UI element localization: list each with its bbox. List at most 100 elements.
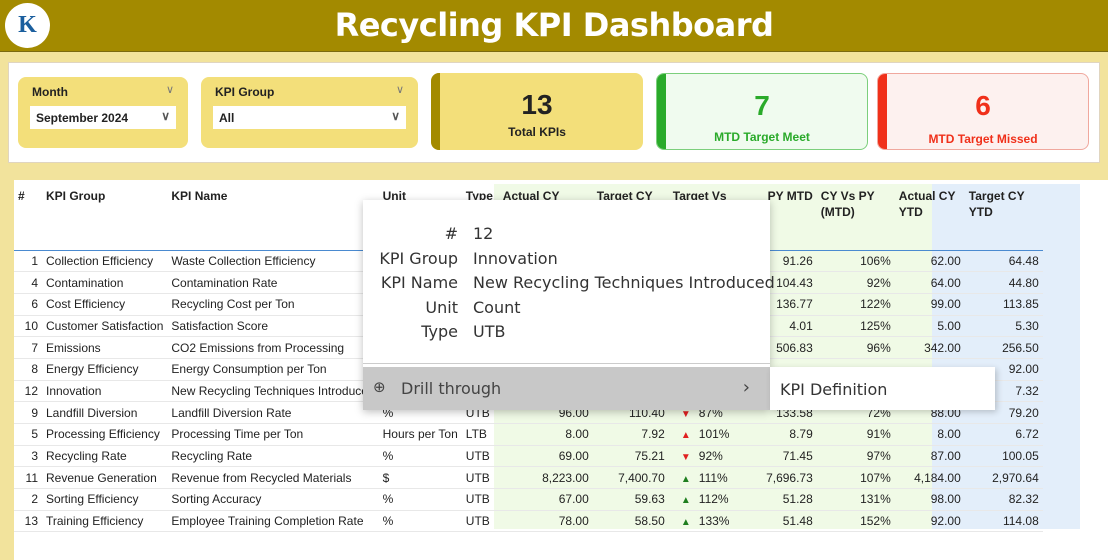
type-cell: UTB (461, 488, 499, 511)
actual-cy-ytd-cell: 62.00 (894, 250, 965, 273)
kpi-name-cell: Contamination Rate (167, 271, 379, 294)
trend-arrow-cell: ▲ (668, 466, 695, 490)
target-vs-cell: 133% (694, 510, 747, 533)
cy-vs-py-cell: 125% (816, 315, 895, 338)
kpi-number-cell: 11 (14, 466, 42, 490)
target-cy-ytd-cell: 100.05 (964, 445, 1043, 468)
trend-arrow-cell: ▲ (668, 488, 695, 511)
kpi-group-dropdown[interactable]: All ∨ (213, 106, 406, 129)
actual-cy-ytd-cell: 98.00 (894, 488, 965, 511)
unit-cell: $ (378, 466, 462, 490)
target-cy-ytd-cell: 5.30 (964, 315, 1043, 338)
filter-panel: Month ∨ September 2024 ∨ KPI Group ∨ All ∨… (8, 62, 1100, 163)
kpi-number-cell: 5 (14, 423, 42, 446)
actual-cy-ytd-cell: 342.00 (894, 336, 965, 359)
drill-through-icon: ⊕ (373, 378, 386, 396)
target-cy-ytd-cell: 256.50 (964, 336, 1043, 359)
arrow-up-icon: ▲ (680, 473, 691, 485)
chevron-down-icon: ∨ (161, 109, 170, 123)
col-kpi-name-header[interactable]: KPI Name (167, 184, 379, 251)
kpi-group-cell: Energy Efficiency (42, 358, 168, 381)
chevron-down-icon: ∨ (391, 109, 400, 123)
kpi-name-cell: Landfill Diversion Rate (167, 401, 379, 424)
kpi-group-slicer: KPI Group ∨ All ∨ (201, 77, 418, 148)
kpi-number-cell: 3 (14, 445, 42, 468)
col-target-cy-ytd-header[interactable]: Target CY YTD (964, 184, 1043, 251)
kpi-group-cell: Innovation (42, 380, 168, 403)
cy-vs-py-cell: 92% (816, 271, 895, 294)
tooltip-key: Unit (425, 297, 458, 317)
chevron-down-icon[interactable]: ∨ (396, 83, 404, 96)
kpi-name-cell: Energy Consumption per Ton (167, 358, 379, 381)
kpi-group-cell: Revenue Generation (42, 466, 168, 490)
tooltip-value: Innovation (473, 248, 558, 268)
kpi-number-cell: 10 (14, 315, 42, 338)
chevron-right-icon: › (742, 377, 750, 398)
cy-vs-py-cell: 106% (816, 250, 895, 273)
arrow-down-icon: ▼ (680, 408, 691, 420)
col-kpi-group-header[interactable]: KPI Group (42, 184, 168, 251)
actual-cy-cell: 69.00 (498, 445, 593, 468)
actual-cy-ytd-cell: 92.00 (894, 510, 965, 533)
target-cy-ytd-cell: 113.85 (964, 293, 1043, 316)
tooltip-key: KPI Group (379, 248, 458, 268)
py-mtd-cell: 8.79 (746, 423, 817, 446)
py-mtd-cell: 51.28 (746, 488, 817, 511)
target-meet-value: 7 (754, 90, 770, 121)
actual-cy-ytd-cell: 64.00 (894, 271, 965, 294)
table-row[interactable]: 5 Processing Efficiency Processing Time pe… (14, 423, 1043, 446)
kpi-name-cell: Processing Time per Ton (167, 423, 379, 446)
kpi-number-cell: 9 (14, 401, 42, 424)
submenu-kpi-definition[interactable]: KPI Definition (770, 367, 995, 410)
target-cy-ytd-cell: 114.08 (964, 510, 1043, 533)
kpi-group-cell: Recycling Rate (42, 445, 168, 468)
kpi-name-cell: Sorting Accuracy (167, 488, 379, 511)
page-title: Recycling KPI Dashboard (334, 6, 774, 44)
kpi-number-cell: 12 (14, 380, 42, 403)
arrow-up-icon: ▲ (680, 430, 691, 442)
col-cy-vs-py-header[interactable]: CY Vs PY (MTD) (816, 184, 895, 251)
month-slicer: Month ∨ September 2024 ∨ (18, 77, 188, 148)
kpi-group-cell: Collection Efficiency (42, 250, 168, 273)
tooltip-value: UTB (473, 322, 506, 341)
type-cell: UTB (461, 510, 499, 533)
kpi-group-cell: Landfill Diversion (42, 401, 168, 424)
target-cy-cell: 7,400.70 (592, 466, 669, 490)
tooltip-key: KPI Name (380, 273, 458, 292)
drill-through-menu-item[interactable]: ⊕ Drill through › (363, 367, 770, 410)
arrow-up-icon: ▲ (680, 495, 691, 507)
kpi-name-cell: Revenue from Recycled Materials (167, 466, 379, 490)
unit-cell: % (378, 488, 462, 511)
kpi-number-cell: 13 (14, 510, 42, 533)
target-vs-cell: 92% (694, 445, 747, 468)
actual-cy-ytd-cell: 87.00 (894, 445, 965, 468)
kpi-number-cell: 4 (14, 271, 42, 294)
kpi-name-cell: CO2 Emissions from Processing (167, 336, 379, 359)
kpi-group-cell: Processing Efficiency (42, 423, 168, 446)
table-row[interactable]: 2 Sorting Efficiency Sorting Accuracy% UTB 6… (14, 488, 1043, 511)
kpi-name-cell: Waste Collection Efficiency (167, 250, 379, 273)
kpi-group-cell: Emissions (42, 336, 168, 359)
col-actual-cy-ytd-header[interactable]: Actual CY YTD (894, 184, 965, 251)
col-number-header[interactable]: # (14, 184, 42, 251)
table-row[interactable]: 11 Revenue Generation Revenue from Recycle… (14, 466, 1043, 490)
month-dropdown[interactable]: September 2024 ∨ (30, 106, 176, 129)
table-row[interactable]: 13 Training Efficiency Employee Training C… (14, 510, 1043, 533)
kpi-number-cell: 1 (14, 250, 42, 273)
actual-cy-cell: 8,223.00 (498, 466, 593, 490)
kpi-group-cell: Training Efficiency (42, 510, 168, 533)
tooltip-value: New Recycling Techniques Introduced (473, 273, 775, 292)
target-missed-value: 6 (975, 90, 991, 121)
kpi-number-cell: 2 (14, 488, 42, 511)
target-vs-cell: 101% (694, 423, 747, 446)
target-cy-ytd-cell: 2,970.64 (964, 466, 1043, 490)
target-cy-ytd-cell: 44.80 (964, 271, 1043, 294)
total-kpis-card: 13 Total KPIs (431, 73, 643, 150)
month-label: Month (32, 85, 68, 99)
target-meet-card: 7 MTD Target Meet (656, 73, 868, 150)
cy-vs-py-cell: 96% (816, 336, 895, 359)
table-row[interactable]: 3 Recycling Rate Recycling Rate% UTB 69.00 75… (14, 445, 1043, 468)
chevron-down-icon[interactable]: ∨ (166, 83, 174, 96)
month-value: September 2024 (36, 111, 129, 125)
cy-vs-py-cell: 107% (816, 466, 895, 490)
